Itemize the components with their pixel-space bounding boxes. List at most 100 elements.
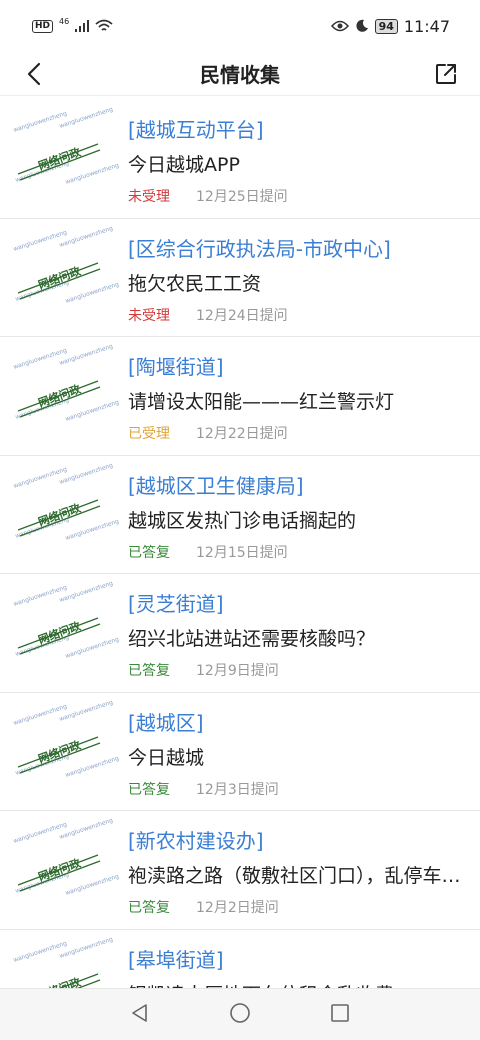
thumbnail-image: wangluowenzheng wangluowenzheng wangluow… bbox=[0, 100, 128, 218]
svg-text:wangluowenzheng: wangluowenzheng bbox=[64, 873, 120, 897]
list-item[interactable]: wangluowenzheng wangluowenzheng wangluow… bbox=[0, 574, 480, 693]
svg-text:wangluowenzheng: wangluowenzheng bbox=[58, 935, 114, 959]
complaint-list: wangluowenzheng wangluowenzheng wangluow… bbox=[0, 100, 480, 988]
nav-back-button[interactable] bbox=[130, 1003, 150, 1027]
svg-text:wangluowenzheng: wangluowenzheng bbox=[64, 636, 120, 660]
item-subject: 绍兴北站进站还需要核酸吗？ bbox=[128, 628, 376, 650]
svg-text:wangluowenzheng: wangluowenzheng bbox=[64, 517, 120, 541]
list-item[interactable]: wangluowenzheng wangluowenzheng wangluow… bbox=[0, 219, 480, 337]
thumbnail-image: wangluowenzheng wangluowenzheng wangluow… bbox=[0, 574, 128, 692]
circle-home-icon bbox=[230, 1002, 250, 1023]
item-meta: 未受理 12月24日提问 bbox=[128, 307, 480, 325]
item-department[interactable]: [灵芝街道] bbox=[128, 591, 480, 617]
item-content: [皋埠街道] 银凯凌大厦地下车位租金乱收费 已答复 11月30日提问 bbox=[128, 930, 480, 989]
item-subject: 今日越城 bbox=[128, 746, 205, 769]
moon-icon bbox=[356, 19, 368, 32]
item-date: 12月9日提问 bbox=[196, 663, 279, 679]
svg-text:wangluowenzheng: wangluowenzheng bbox=[58, 224, 114, 248]
list-item[interactable]: wangluowenzheng wangluowenzheng wangluow… bbox=[0, 456, 480, 574]
item-date: 12月22日提问 bbox=[196, 426, 288, 442]
item-department[interactable]: [越城互动平台] bbox=[128, 117, 480, 143]
status-badge: 已答复 bbox=[128, 663, 170, 679]
svg-text:wangluowenzheng: wangluowenzheng bbox=[58, 106, 114, 130]
status-badge: 已答复 bbox=[128, 781, 170, 798]
item-content: [陶堰街道] 请增设太阳能———红兰警示灯 已受理 12月22日提问 bbox=[128, 337, 480, 455]
status-left: HD 46 bbox=[32, 17, 113, 33]
status-badge: 已答复 bbox=[128, 544, 170, 561]
hd-badge: HD bbox=[32, 19, 54, 33]
list-item[interactable]: wangluowenzheng wangluowenzheng wangluow… bbox=[0, 337, 480, 456]
share-icon bbox=[436, 63, 456, 84]
svg-text:网络问政: 网络问政 bbox=[36, 974, 83, 988]
item-content: [新农村建设办] 袍渎路之路（敬敷社区门口），乱停车严重 已答复 12月2日提问 bbox=[128, 811, 480, 929]
item-content: [越城区卫生健康局] 越城区发热门诊电话搁起的 已答复 12月15日提问 bbox=[128, 456, 480, 574]
list-item[interactable]: wangluowenzheng wangluowenzheng wangluow… bbox=[0, 811, 480, 930]
item-subject: 拖欠农民工工资 bbox=[128, 272, 262, 295]
system-nav-bar bbox=[0, 988, 480, 1040]
status-badge: 已受理 bbox=[128, 426, 170, 442]
item-date: 12月2日提问 bbox=[196, 900, 279, 916]
item-subject: 袍渎路之路（敬敷社区门口），乱停车严重 bbox=[128, 865, 480, 887]
item-meta: 未受理 12月25日提问 bbox=[128, 188, 480, 206]
item-content: [区综合行政执法局-市政中心] 拖欠农民工工资 未受理 12月24日提问 bbox=[128, 219, 480, 337]
list-item[interactable]: wangluowenzheng wangluowenzheng wangluow… bbox=[0, 930, 480, 989]
status-bar: HD 46 94 11:47 bbox=[0, 0, 480, 52]
item-department[interactable]: [区综合行政执法局-市政中心] bbox=[128, 236, 480, 262]
battery-indicator: 94 bbox=[374, 18, 398, 34]
triangle-back-icon bbox=[131, 1003, 147, 1022]
thumbnail-image: wangluowenzheng wangluowenzheng wangluow… bbox=[0, 337, 128, 455]
item-date: 12月24日提问 bbox=[196, 307, 288, 324]
clock: 11:47 bbox=[403, 16, 450, 36]
thumbnail-image: wangluowenzheng wangluowenzheng wangluow… bbox=[0, 811, 128, 929]
svg-text:wangluowenzheng: wangluowenzheng bbox=[58, 461, 114, 485]
item-department[interactable]: [越城区卫生健康局] bbox=[128, 473, 480, 499]
thumbnail-image: wangluowenzheng wangluowenzheng wangluow… bbox=[0, 930, 128, 988]
status-badge: 未受理 bbox=[128, 189, 170, 205]
svg-text:wangluowenzheng: wangluowenzheng bbox=[64, 754, 120, 778]
svg-text:wangluowenzheng: wangluowenzheng bbox=[64, 280, 120, 304]
item-content: [越城区] 今日越城 已答复 12月3日提问 bbox=[128, 693, 480, 811]
item-date: 12月15日提问 bbox=[196, 544, 288, 561]
thumbnail-image: wangluowenzheng wangluowenzheng wangluow… bbox=[0, 219, 128, 337]
item-department[interactable]: [皋埠街道] bbox=[128, 947, 480, 973]
thumbnail-image: wangluowenzheng wangluowenzheng wangluow… bbox=[0, 693, 128, 811]
eye-icon bbox=[330, 20, 349, 32]
svg-text:wangluowenzheng: wangluowenzheng bbox=[58, 580, 114, 604]
svg-text:wangluowenzheng: wangluowenzheng bbox=[58, 698, 114, 722]
item-meta: 已答复 12月3日提问 bbox=[128, 781, 480, 799]
list-item[interactable]: wangluowenzheng wangluowenzheng wangluow… bbox=[0, 693, 480, 811]
item-department[interactable]: [陶堰街道] bbox=[128, 354, 480, 380]
svg-text:wangluowenzheng: wangluowenzheng bbox=[58, 817, 114, 841]
share-button[interactable] bbox=[432, 60, 460, 88]
status-right: 94 11:47 bbox=[330, 16, 450, 36]
list-item[interactable]: wangluowenzheng wangluowenzheng wangluow… bbox=[0, 100, 480, 219]
status-badge: 未受理 bbox=[128, 307, 170, 324]
item-meta: 已答复 12月9日提问 bbox=[128, 662, 480, 680]
item-meta: 已答复 12月15日提问 bbox=[128, 544, 480, 562]
back-arrow-icon bbox=[27, 62, 41, 85]
nav-home-button[interactable] bbox=[229, 1002, 251, 1028]
item-department[interactable]: [越城区] bbox=[128, 710, 480, 736]
svg-text:wangluowenzheng: wangluowenzheng bbox=[58, 343, 114, 367]
square-recents-icon bbox=[331, 1003, 350, 1022]
page-title: 民情收集 bbox=[200, 63, 280, 87]
item-meta: 已受理 12月22日提问 bbox=[128, 425, 480, 443]
thumbnail-image: wangluowenzheng wangluowenzheng wangluow… bbox=[0, 456, 128, 574]
item-content: [灵芝街道] 绍兴北站进站还需要核酸吗？ 已答复 12月9日提问 bbox=[128, 574, 480, 692]
back-button[interactable] bbox=[20, 60, 48, 88]
wifi-icon bbox=[95, 19, 113, 31]
item-subject: 请增设太阳能———红兰警示灯 bbox=[128, 391, 395, 413]
item-date: 12月3日提问 bbox=[196, 781, 279, 798]
nav-recents-button[interactable] bbox=[330, 1003, 350, 1027]
item-department[interactable]: [新农村建设办] bbox=[128, 828, 480, 854]
signal-icon bbox=[75, 20, 90, 32]
network-type: 46 bbox=[59, 17, 70, 26]
item-meta: 已答复 12月2日提问 bbox=[128, 899, 480, 917]
item-date: 12月25日提问 bbox=[196, 189, 288, 205]
status-badge: 已答复 bbox=[128, 900, 170, 916]
item-subject: 越城区发热门诊电话搁起的 bbox=[128, 509, 357, 532]
svg-text:wangluowenzheng: wangluowenzheng bbox=[64, 162, 120, 186]
item-subject: 今日越城APP bbox=[128, 154, 240, 176]
item-content: [越城互动平台] 今日越城APP 未受理 12月25日提问 bbox=[128, 100, 480, 218]
title-bar: 民情收集 bbox=[0, 52, 480, 96]
